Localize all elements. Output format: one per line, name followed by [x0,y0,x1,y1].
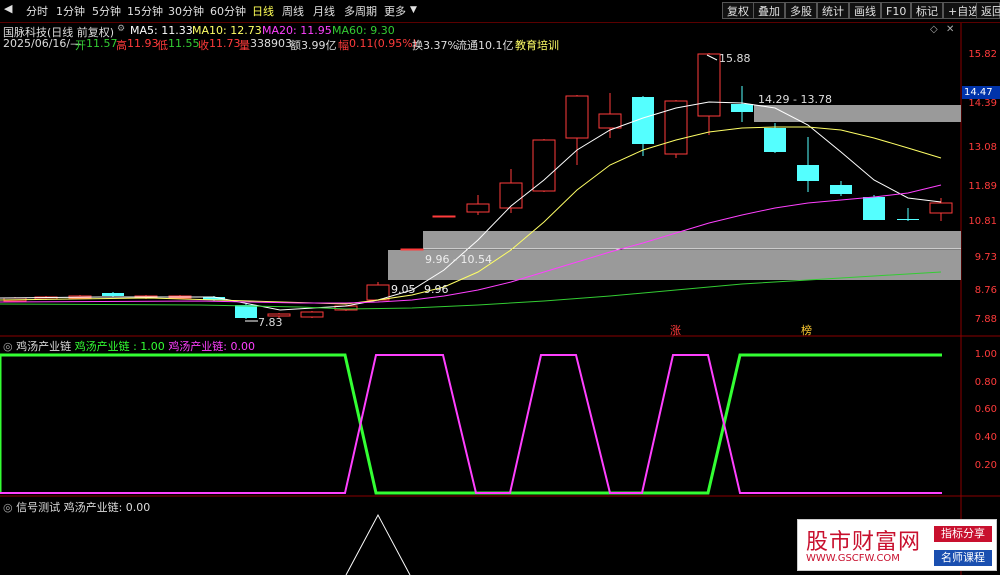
ma20-label: MA20: 11.95 [262,24,332,37]
candle-body [532,139,556,192]
price-tick: 10.81 [968,216,997,227]
price-tick: 13.08 [968,142,997,153]
candle-body [830,185,852,194]
ma5-label: MA5: 11.33 [130,24,193,37]
chart-canvas[interactable] [0,0,1000,575]
high-label: 高 [116,39,127,52]
change-value: 0.11(0.95%) [349,37,418,50]
zhangting-tag: 涨 [670,324,681,337]
open-label: 开 [75,39,86,52]
candle-body [863,197,885,220]
price-tick: 7.88 [974,314,997,325]
change-label: 幅 [338,39,349,52]
price-tick: 9.73 [974,252,997,263]
volume-label: 量 [239,39,250,52]
candle-body [300,311,324,318]
high-price-mark: 15.88 [719,52,751,65]
site-watermark: 股市财富网 指标分享 WWW.GSCFW.COM 名师课程 [797,519,997,571]
candle-body [897,219,919,220]
candle-body [929,202,953,214]
panel3-name: 信号测试 [16,501,61,514]
amount-label: 额 [290,39,301,52]
close-icon[interactable]: ✕ [946,24,954,35]
watermark-url: WWW.GSCFW.COM [806,553,900,564]
zone-low-label-a: 9.05 [391,283,416,296]
panel-collapse-icon[interactable]: ◎ [3,340,13,353]
low-value: 11.55 [168,37,200,50]
signal-tick: 1.00 [974,349,997,360]
watermark-tag1: 指标分享 [934,526,992,542]
candle-body [432,215,456,218]
float-value: 流通10.1亿 [456,39,514,52]
high-value: 11.93 [127,37,159,50]
settings-icon[interactable]: ◇ [930,24,938,35]
close-label: 收 [198,39,209,52]
candle-body [764,128,786,152]
zone-mid-label: 9.96 - 10.54 [425,253,492,266]
ma60-label: MA60: 9.30 [332,24,395,37]
sector-label: 教育培训 [515,39,559,52]
turnover-value: 换3.37% [412,39,458,52]
panel2-green-value: 鸡汤产业链 : 1.00 [74,340,165,353]
candle-body [697,53,721,117]
price-tick: 11.89 [968,181,997,192]
watermark-name: 股市财富网 [806,530,922,555]
panel2-title: ◎ 鸡汤产业链 鸡汤产业链 : 1.00 鸡汤产业链: 0.00 [3,338,255,354]
zone-low-label-b: 9.96 [424,283,449,296]
watermark-tag2: 名师课程 [934,550,992,566]
quote-date: 2025/06/16/— [3,37,82,50]
magenta-signal-line [0,354,942,494]
open-value: 11.57 [86,37,118,50]
panel2-name: 鸡汤产业链 [16,340,72,353]
current-price-tag: 14.47 [962,86,1000,99]
price-tick: 14.39 [968,98,997,109]
signal-test-line [345,513,411,575]
info-toggle-icon[interactable]: ⚙ [117,24,125,34]
price-tick: 8.76 [974,285,997,296]
signal-tick: 0.80 [974,377,997,388]
zone-top-label: 14.29 - 13.78 [758,93,832,106]
candle-body [102,293,124,296]
longhu-tag: 榜 [801,324,812,337]
panel3-value: 鸡汤产业链: 0.00 [63,501,151,514]
panel2-magenta-value: 鸡汤产业链: 0.00 [168,340,256,353]
low-price-mark: 7.83 [258,316,283,329]
signal-tick: 0.40 [974,432,997,443]
candle-body [400,248,424,251]
amount-value: 3.99亿 [301,39,337,52]
low-label: 低 [157,39,168,52]
candle-body [565,95,589,139]
signal-tick: 0.20 [974,460,997,471]
panel-collapse-icon[interactable]: ◎ [3,501,13,514]
volume-value: 338903 [250,37,292,50]
support-zone-upper [423,231,961,249]
ma10-label: MA10: 12.73 [192,24,262,37]
candle-body [235,305,257,318]
candle-body [664,100,688,155]
candle-body [466,203,490,213]
price-tick: 15.82 [968,49,997,60]
close-value: 11.73 [209,37,241,50]
panel3-title: ◎ 信号测试 鸡汤产业链: 0.00 [3,499,150,515]
signal-tick: 0.60 [974,404,997,415]
candle-body [598,113,622,129]
candle-body [499,182,523,209]
candle-body [731,104,753,112]
candle-body [797,165,819,181]
